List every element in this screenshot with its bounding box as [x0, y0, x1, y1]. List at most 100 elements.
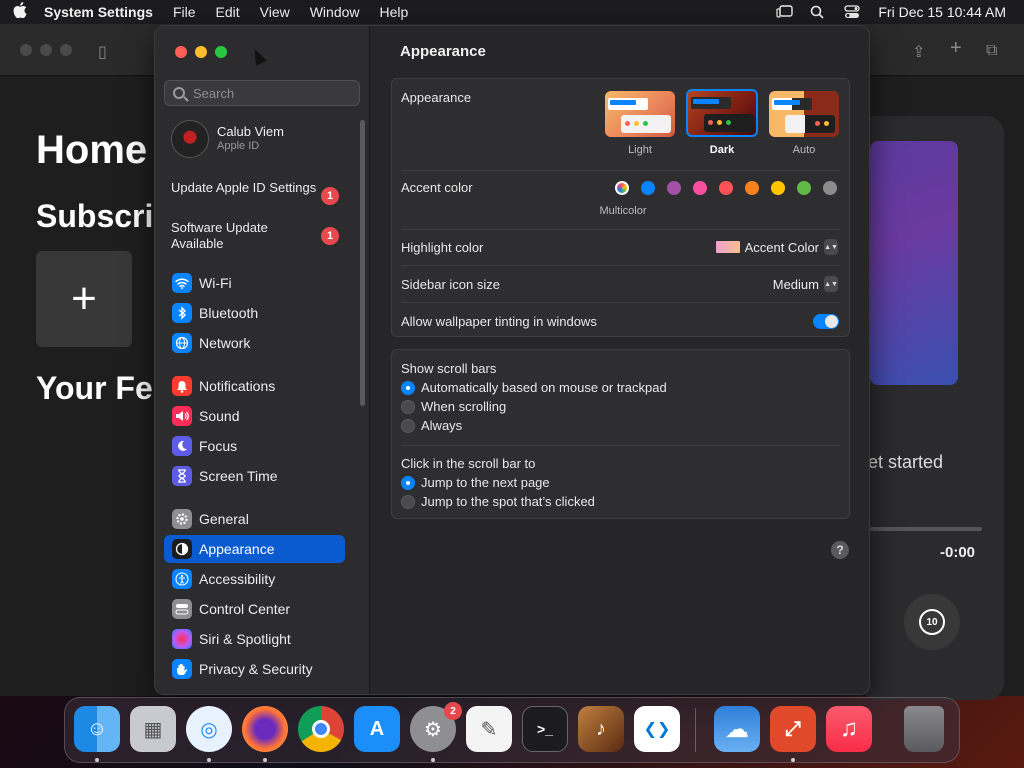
highlight-color-popup[interactable]: Accent Color ▲▼ — [715, 239, 838, 255]
accent-blue-swatch[interactable] — [641, 181, 655, 195]
bg-get-started-text: et started — [868, 452, 944, 472]
safari-icon[interactable]: ◎ — [186, 706, 232, 752]
menu-file[interactable]: File — [163, 4, 206, 20]
system-settings-icon[interactable]: ⚙ 2 — [410, 702, 462, 752]
divider — [401, 445, 840, 446]
sidebar-item-notifications[interactable]: Notifications — [164, 372, 345, 400]
appearance-dark-option[interactable] — [686, 89, 758, 137]
dock: ☺ ▦ ◎ A ⚙ 2 ✎ >_ ♪ ❮❯ ☁ ⤢ ♫ — [64, 697, 960, 763]
apple-id-item[interactable]: Calub Viem Apple ID — [171, 120, 284, 158]
bg-minimize-dot[interactable] — [40, 44, 52, 56]
accent-pink-swatch[interactable] — [693, 181, 707, 195]
firefox-icon[interactable] — [242, 706, 288, 752]
software-update-item[interactable]: Software Update Available — [171, 220, 321, 252]
radio-scroll-always[interactable] — [401, 419, 415, 433]
bg-progress-bar[interactable] — [870, 527, 982, 531]
sidebar-item-bluetooth[interactable]: Bluetooth — [164, 299, 345, 327]
sidebar-item-label: Privacy & Security — [199, 661, 313, 677]
chrome-icon[interactable] — [298, 706, 344, 752]
radio-scroll-automatic-label[interactable]: Automatically based on mouse or trackpad — [421, 380, 667, 395]
menu-window[interactable]: Window — [300, 4, 370, 20]
sidebar-item-label: Focus — [199, 438, 238, 454]
accent-yellow-swatch[interactable] — [771, 181, 785, 195]
accent-multicolor-swatch[interactable] — [615, 181, 629, 195]
tab-overview-icon[interactable]: ⧉ — [986, 42, 997, 60]
sidebar-item-label: Siri & Spotlight — [199, 631, 291, 647]
appearance-light-option[interactable] — [605, 91, 675, 137]
spotlight-icon[interactable] — [810, 5, 826, 19]
bg-zoom-dot[interactable] — [60, 44, 72, 56]
sidebar-item-label: Network — [199, 335, 251, 351]
skip-forward-button[interactable]: 10 — [904, 594, 960, 650]
apple-menu-icon[interactable] — [0, 2, 40, 22]
garageband-icon[interactable]: ♪ — [578, 706, 624, 752]
radio-scroll-when-scrolling[interactable] — [401, 400, 415, 414]
update-apple-id-badge: 1 — [321, 187, 339, 205]
sidebar-item-screen-time[interactable]: Screen Time — [164, 462, 345, 490]
software-update-badge: 1 — [321, 227, 339, 245]
radio-click-spot-label[interactable]: Jump to the spot that’s clicked — [421, 494, 595, 509]
accent-orange-swatch[interactable] — [745, 181, 759, 195]
appearance-auto-option[interactable] — [769, 91, 839, 137]
sidebar-item-siri-spotlight[interactable]: Siri & Spotlight — [164, 625, 345, 653]
share-icon[interactable]: ⇪ — [912, 42, 925, 62]
bg-add-button[interactable]: + — [36, 251, 132, 347]
launchpad-icon[interactable]: ▦ — [130, 706, 176, 752]
radio-scroll-when-scrolling-label[interactable]: When scrolling — [421, 399, 506, 414]
minimize-button[interactable] — [195, 46, 207, 58]
menu-help[interactable]: Help — [370, 4, 419, 20]
bg-close-dot[interactable] — [20, 44, 32, 56]
zoom-button[interactable] — [215, 46, 227, 58]
radio-click-next-page-label[interactable]: Jump to the next page — [421, 475, 550, 490]
menu-bar: System Settings File Edit View Window He… — [0, 0, 1024, 24]
sidebar-item-label: Sound — [199, 408, 240, 424]
siri-icon — [172, 629, 192, 649]
radio-click-next-page[interactable] — [401, 476, 415, 490]
sidebar-item-general[interactable]: General — [164, 505, 345, 533]
sidebar-icon-size-popup[interactable]: Medium ▲▼ — [773, 276, 838, 292]
search-field[interactable]: Search — [164, 80, 360, 106]
highlight-swatch — [715, 241, 740, 253]
finder-icon[interactable]: ☺ — [74, 706, 120, 752]
accent-red-swatch[interactable] — [719, 181, 733, 195]
accent-green-swatch[interactable] — [797, 181, 811, 195]
menu-app-name[interactable]: System Settings — [40, 4, 163, 20]
close-button[interactable] — [175, 46, 187, 58]
wallpaper-tinting-toggle[interactable] — [813, 314, 839, 329]
sidebar-item-privacy-security[interactable]: Privacy & Security — [164, 655, 345, 683]
textedit-icon[interactable]: ✎ — [466, 706, 512, 752]
new-tab-icon[interactable]: + — [950, 37, 962, 60]
sidebar-toggle-icon[interactable]: ▯ — [98, 42, 107, 62]
accent-graphite-swatch[interactable] — [823, 181, 837, 195]
highlight-color-label: Highlight color — [401, 240, 484, 255]
terminal-icon[interactable]: >_ — [522, 706, 568, 752]
sidebar-item-focus[interactable]: Focus — [164, 432, 345, 460]
sidebar-item-network[interactable]: Network — [164, 329, 345, 357]
radio-scroll-always-label[interactable]: Always — [421, 418, 462, 433]
sidebar-scrollbar[interactable] — [360, 120, 365, 406]
weather-icon[interactable]: ☁ — [714, 706, 760, 752]
appearance-light-label: Light — [628, 144, 652, 156]
app-store-icon[interactable]: A — [354, 706, 400, 752]
sidebar-item-appearance[interactable]: Appearance — [164, 535, 345, 563]
remote-desktop-icon[interactable]: ⤢ — [770, 706, 816, 752]
search-icon — [173, 87, 185, 99]
control-center-icon[interactable] — [844, 5, 861, 19]
accent-purple-swatch[interactable] — [667, 181, 681, 195]
radio-click-spot[interactable] — [401, 495, 415, 509]
sidebar-icon-size-value: Medium — [772, 276, 819, 292]
sidebar-item-sound[interactable]: Sound — [164, 402, 345, 430]
stage-manager-icon[interactable] — [776, 5, 794, 19]
vscode-icon[interactable]: ❮❯ — [634, 706, 680, 752]
sidebar-item-wifi[interactable]: Wi-Fi — [164, 269, 345, 297]
update-apple-id-item[interactable]: Update Apple ID Settings — [171, 180, 321, 196]
menu-view[interactable]: View — [250, 4, 300, 20]
menu-edit[interactable]: Edit — [206, 4, 250, 20]
music-icon[interactable]: ♫ — [826, 706, 872, 752]
help-button[interactable]: ? — [831, 541, 849, 559]
sidebar-item-control-center[interactable]: Control Center — [164, 595, 345, 623]
trash-icon[interactable] — [904, 706, 944, 752]
radio-scroll-automatic[interactable] — [401, 381, 415, 395]
sidebar-item-accessibility[interactable]: Accessibility — [164, 565, 345, 593]
menu-clock[interactable]: Fri Dec 15 10:44 AM — [878, 4, 1006, 20]
